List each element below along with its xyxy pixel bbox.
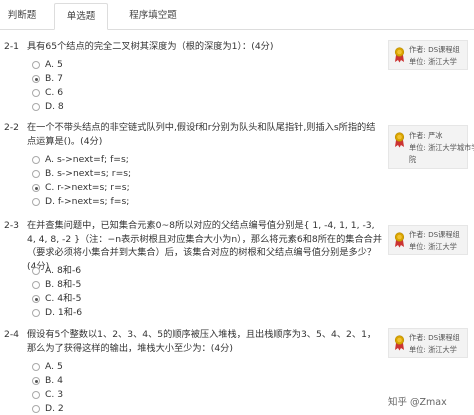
author-card: 作者: DS课程组 单位: 浙江大学 (388, 328, 468, 358)
option-label: C. 6 (45, 87, 64, 98)
option-label: D. 8 (45, 101, 64, 112)
radio-button-selected[interactable] (32, 184, 40, 192)
option-label: B. s->next=s; r=s; (45, 168, 132, 179)
radio-button[interactable] (32, 309, 40, 317)
question-block: 2-2 在一个不带头结点的非空链式队列中,假设f和r分别为队头和队尾指针,则插入… (0, 121, 474, 213)
question-number: 2-3 (4, 220, 20, 231)
author-card: 作者: DS课程组 单位: 浙江大学 (388, 225, 468, 255)
question-text: 具有65个结点的完全二叉树其深度为（根的深度为1）：(4分) (27, 41, 274, 52)
option-label: A. 5 (45, 361, 63, 372)
option-label: C. 3 (45, 389, 64, 400)
radio-button-selected[interactable] (32, 75, 40, 83)
tab-bar: 判断题 单选题 程序填空题 (0, 0, 474, 30)
question-block: 2-1 具有65个结点的完全二叉树其深度为（根的深度为1）：(4分) A. 5 … (0, 40, 474, 116)
option-label: D. 2 (45, 403, 64, 414)
author-unit: 单位: 浙江大学 (409, 345, 457, 354)
option-label: A. s->next=f; f=s; (45, 154, 129, 165)
radio-button[interactable] (32, 363, 40, 371)
question-number: 2-1 (4, 41, 20, 52)
author-card: 作者: 严冰 单位: 浙江大学城市学 院 (388, 125, 474, 169)
option-label: D. f->next=s; f=s; (45, 196, 130, 207)
award-icon (394, 232, 405, 248)
radio-button[interactable] (32, 267, 40, 275)
question-text: 假设有5个整数以1、2、3、4、5的顺序被压入堆栈，且出栈顺序为3、5、4、2、… (27, 329, 377, 354)
radio-button[interactable] (32, 156, 40, 164)
option-label: A. 8和-6 (45, 265, 82, 276)
radio-button[interactable] (32, 61, 40, 69)
tab-true-false[interactable]: 判断题 (0, 3, 44, 30)
option-label: B. 8和-5 (45, 279, 82, 290)
radio-button-selected[interactable] (32, 295, 40, 303)
author-card: 作者: DS课程组 单位: 浙江大学 (388, 40, 468, 70)
author-unit: 单位: 浙江大学 (409, 242, 457, 251)
question-block: 2-3 在并查集问题中，已知集合元素0~8所以对应的父结点编号值分别是{ 1, … (0, 219, 474, 321)
author-unit: 单位: 浙江大学城市学 (409, 143, 474, 152)
option-label: B. 7 (45, 73, 63, 84)
radio-button[interactable] (32, 103, 40, 111)
author-unit-continued: 院 (409, 155, 417, 164)
author-name: 作者: 严冰 (409, 131, 443, 140)
radio-button[interactable] (32, 170, 40, 178)
author-name: 作者: DS课程组 (409, 230, 460, 239)
question-number: 2-2 (4, 122, 20, 133)
option-label: C. r->next=s; r=s; (45, 182, 130, 193)
watermark: 知乎 @Zmax (388, 397, 447, 408)
tab-single-choice[interactable]: 单选题 (54, 3, 108, 30)
tab-program-fill-in[interactable]: 程序填空题 (112, 3, 194, 30)
question-text: 在一个不带头结点的非空链式队列中,假设f和r分别为队头和队尾指针,则插入s所指的… (27, 122, 376, 147)
option-label: A. 5 (45, 59, 63, 70)
radio-button[interactable] (32, 405, 40, 413)
award-icon (394, 47, 405, 63)
radio-button[interactable] (32, 281, 40, 289)
author-name: 作者: DS课程组 (409, 333, 460, 342)
author-unit: 单位: 浙江大学 (409, 57, 457, 66)
award-icon (394, 335, 405, 351)
option-label: D. 1和-6 (45, 307, 83, 318)
option-label: B. 4 (45, 375, 63, 386)
radio-button-selected[interactable] (32, 377, 40, 385)
radio-button[interactable] (32, 198, 40, 206)
radio-button[interactable] (32, 391, 40, 399)
author-name: 作者: DS课程组 (409, 45, 460, 54)
award-icon (394, 132, 405, 148)
question-number: 2-4 (4, 329, 20, 340)
option-label: C. 4和-5 (45, 293, 82, 304)
radio-button[interactable] (32, 89, 40, 97)
